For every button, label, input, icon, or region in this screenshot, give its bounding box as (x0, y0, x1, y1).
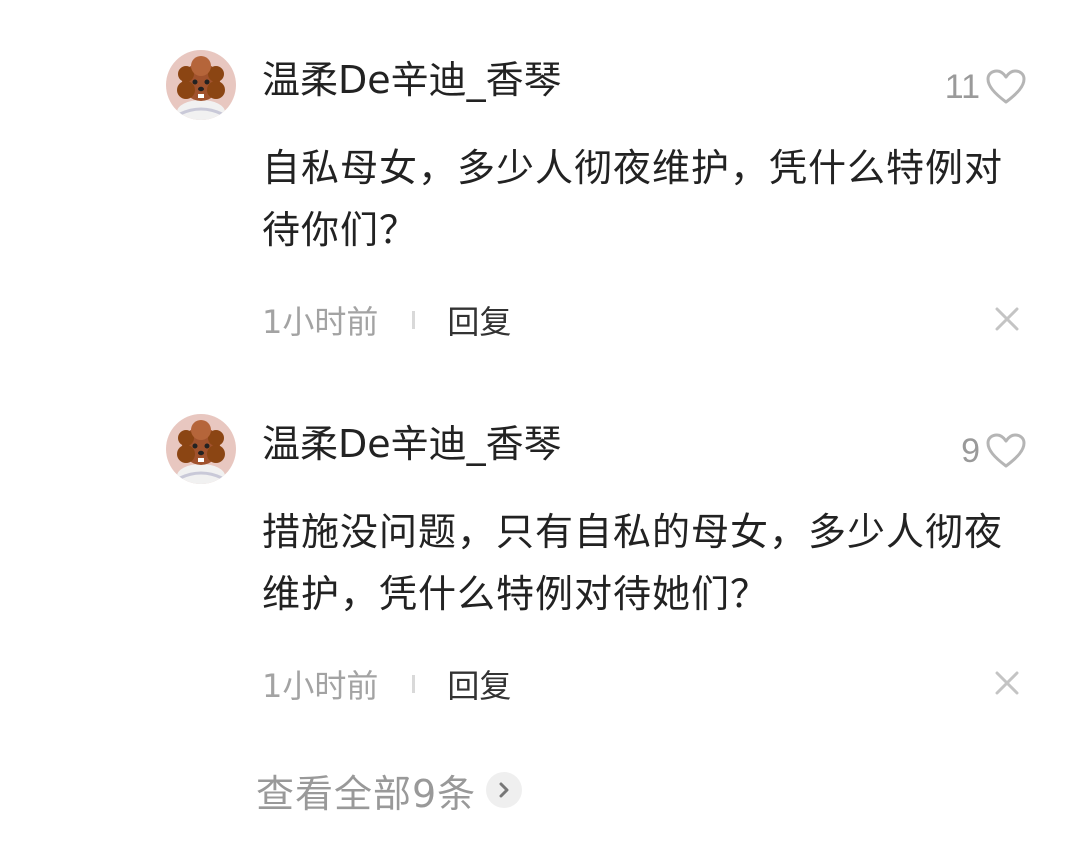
view-all-label: 查看全部9条 (256, 771, 477, 816)
comment-meta: 1小时前 回复 (262, 659, 511, 709)
heart-icon[interactable] (986, 433, 1026, 469)
comment-item: 温柔De辛迪_香琴 11 自私母女，多少人彻夜维护，凭什么特例对待你们？ 1小时… (0, 0, 1080, 380)
like-button[interactable]: 9 (961, 426, 1026, 476)
divider (412, 311, 416, 329)
reply-button[interactable]: 回复 (447, 297, 511, 343)
comment-text: 自私母女，多少人彻夜维护，凭什么特例对待你们？ (262, 146, 1004, 252)
heart-icon[interactable] (986, 69, 1026, 105)
poodle-avatar-icon (166, 50, 236, 120)
poodle-avatar-icon (166, 414, 236, 484)
comment-text: 措施没问题，只有自私的母女，多少人彻夜维护，凭什么特例对待她们？ (262, 510, 1004, 616)
close-icon[interactable] (994, 306, 1020, 332)
comment-item: 温柔De辛迪_香琴 9 措施没问题，只有自私的母女，多少人彻夜维护，凭什么特例对… (0, 364, 1080, 744)
username[interactable]: 温柔De辛迪_香琴 (262, 419, 562, 469)
reply-button[interactable]: 回复 (447, 661, 511, 707)
avatar[interactable] (166, 50, 236, 120)
avatar[interactable] (166, 414, 236, 484)
username[interactable]: 温柔De辛迪_香琴 (262, 55, 562, 105)
view-all-replies-button[interactable]: 查看全部9条 (256, 762, 523, 818)
close-icon[interactable] (994, 670, 1020, 696)
like-count: 9 (961, 431, 980, 470)
comment-meta: 1小时前 回复 (262, 295, 511, 345)
timestamp: 1小时前 (262, 303, 379, 341)
like-count: 11 (944, 67, 980, 106)
divider (412, 675, 416, 693)
timestamp: 1小时前 (262, 667, 379, 705)
chevron-right-icon (486, 772, 523, 808)
like-button[interactable]: 11 (945, 62, 1026, 112)
